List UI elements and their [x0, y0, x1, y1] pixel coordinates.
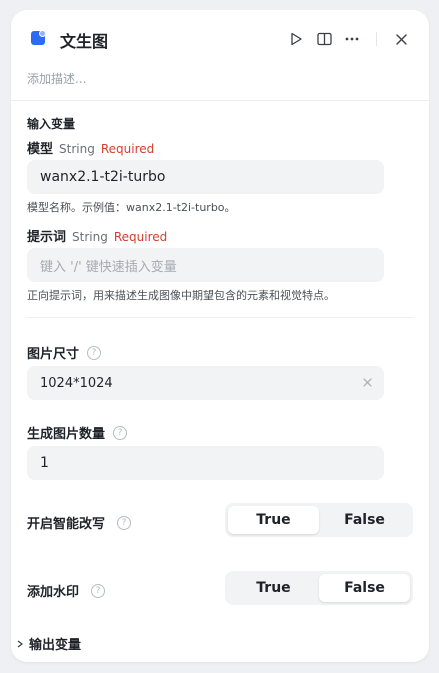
more-icon[interactable]	[342, 29, 362, 49]
book-icon[interactable]	[314, 29, 334, 49]
smart-rewrite-true-option[interactable]: True	[228, 506, 319, 534]
prompt-required-tag: Required	[113, 230, 168, 244]
prompt-input-placeholder: 键入 '/' 键快速插入变量	[40, 259, 177, 275]
text-to-image-node-icon	[31, 30, 47, 46]
image-count-label: 生成图片数量 ?	[27, 423, 128, 442]
model-label-text: 模型	[27, 142, 54, 157]
image-count-value: 1	[40, 455, 49, 471]
prompt-input[interactable]: 键入 '/' 键快速插入变量	[27, 248, 384, 282]
model-required-tag: Required	[100, 142, 155, 156]
model-input-value: wanx2.1-t2i-turbo	[40, 169, 166, 185]
output-variables-title: 输出变量	[29, 638, 82, 653]
chevron-right-icon	[15, 639, 25, 649]
section-divider	[27, 317, 413, 318]
smart-rewrite-toggle: True False	[225, 503, 413, 537]
model-type-tag: String	[59, 142, 95, 156]
panel-header: 文生图	[11, 10, 429, 68]
watermark-toggle: True False	[225, 571, 413, 605]
prompt-hint: 正向提示词，用来描述生成图像中期望包含的元素和视觉特点。	[27, 289, 335, 302]
run-icon[interactable]	[286, 29, 306, 49]
image-count-label-text: 生成图片数量	[27, 427, 106, 442]
image-count-input[interactable]: 1	[27, 446, 384, 480]
smart-rewrite-label: 开启智能改写 ?	[27, 513, 132, 532]
image-size-label-text: 图片尺寸	[27, 347, 80, 362]
prompt-type-tag: String	[72, 230, 108, 244]
output-variables-toggle[interactable]: 输出变量	[15, 634, 81, 653]
node-title[interactable]: 文生图	[60, 28, 108, 52]
close-icon[interactable]	[391, 29, 411, 49]
watermark-label: 添加水印 ?	[27, 581, 106, 600]
help-icon[interactable]: ?	[87, 345, 102, 360]
node-panel: 文生图 添加描述... 输入变量 模型 String Required wanx2.…	[11, 10, 429, 662]
model-input[interactable]: wanx2.1-t2i-turbo	[27, 160, 384, 194]
description-input[interactable]: 添加描述...	[27, 70, 86, 87]
smart-rewrite-false-option[interactable]: False	[319, 506, 410, 534]
header-separator	[376, 32, 377, 46]
model-label: 模型 String Required	[27, 138, 154, 157]
help-icon[interactable]: ?	[91, 583, 106, 598]
header-divider	[11, 100, 429, 101]
model-hint: 模型名称。示例值：wanx2.1-t2i-turbo。	[27, 201, 236, 214]
watermark-true-option[interactable]: True	[228, 574, 319, 602]
prompt-label-text: 提示词	[27, 230, 67, 245]
image-size-label: 图片尺寸 ?	[27, 343, 102, 362]
clear-icon[interactable]	[360, 375, 374, 389]
help-icon[interactable]: ?	[113, 425, 128, 440]
image-size-value: 1024*1024	[40, 375, 113, 391]
smart-rewrite-label-text: 开启智能改写	[27, 517, 106, 532]
watermark-false-option[interactable]: False	[319, 574, 410, 602]
help-icon[interactable]: ?	[117, 515, 132, 530]
input-variables-title: 输入变量	[27, 117, 76, 131]
image-size-select[interactable]: 1024*1024	[27, 366, 384, 400]
prompt-label: 提示词 String Required	[27, 226, 167, 245]
watermark-label-text: 添加水印	[27, 585, 80, 600]
